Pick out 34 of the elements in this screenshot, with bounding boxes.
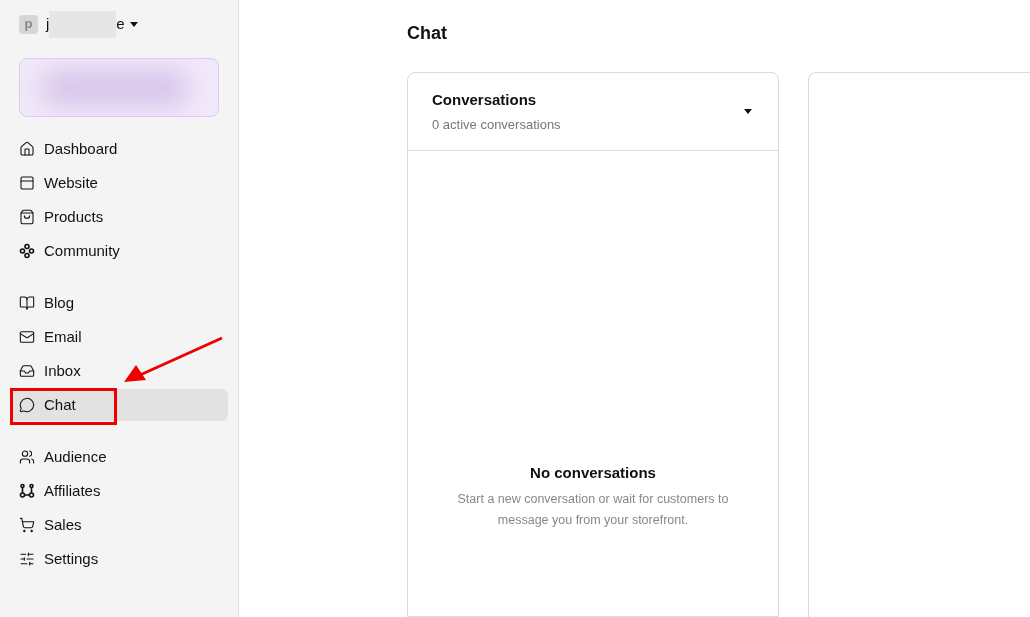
mail-icon — [19, 329, 35, 345]
sidebar-item[interactable]: Blog — [10, 287, 228, 319]
sidebar-item[interactable]: Community — [10, 235, 228, 267]
chat-bubble-icon — [19, 397, 35, 413]
sidebar-item[interactable]: Inbox — [10, 355, 228, 387]
sidebar-item[interactable]: Sales — [10, 509, 228, 541]
page-title: Chat — [407, 22, 448, 45]
empty-state-text: Start a new conversation or wait for customers to message you from your storefront. — [456, 490, 730, 529]
caret-icon — [744, 109, 752, 114]
workspace-switcher[interactable]: j e — [46, 10, 138, 38]
sidebar-item[interactable]: Email — [10, 321, 228, 353]
empty-state-title: No conversations — [530, 463, 656, 483]
users-icon — [19, 449, 35, 465]
sidebar-item[interactable]: Website — [10, 167, 228, 199]
sidebar-item[interactable]: Chat — [10, 389, 228, 421]
sidebar-item[interactable]: Dashboard — [10, 133, 228, 165]
caret-icon — [129, 21, 138, 27]
sidebar-item[interactable]: Products — [10, 201, 228, 233]
workspace-avatar: p — [19, 14, 38, 34]
collapse-toggle[interactable] — [742, 107, 754, 116]
sidebar-item[interactable]: Audience — [10, 441, 228, 473]
sidebar-item[interactable]: Affiliates — [10, 475, 228, 507]
panel-title: Conversations — [432, 89, 538, 110]
home-icon — [19, 141, 35, 157]
bag-icon — [19, 209, 35, 225]
nodes-icon — [19, 483, 35, 499]
cart-icon — [19, 517, 35, 533]
book-icon — [19, 295, 35, 311]
sliders-icon — [19, 551, 35, 567]
circles-icon — [19, 243, 35, 259]
panel-subtitle: 0 active conversations — [432, 116, 561, 134]
sidebar-item[interactable]: Settings — [10, 543, 228, 575]
browser-window-icon — [19, 175, 35, 191]
inbox-icon — [19, 363, 35, 379]
